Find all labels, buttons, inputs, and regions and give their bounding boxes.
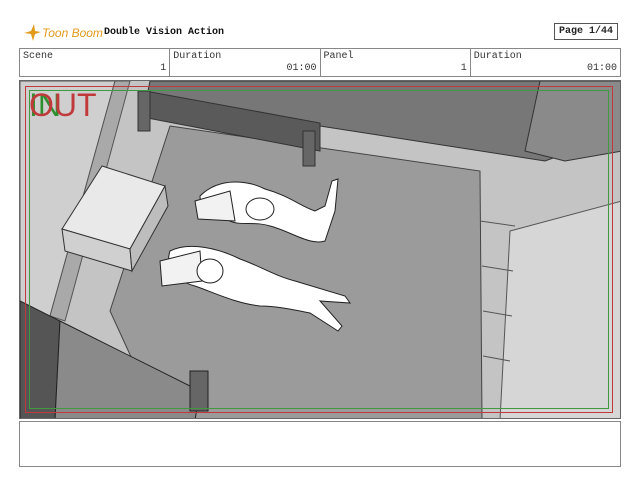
panel-duration-value: 01:00 [586, 63, 617, 74]
page-value: 1/44 [588, 26, 613, 37]
panel-info-bar: Scene 1 Duration 01:00 Panel 1 Duration … [19, 48, 621, 77]
panel-cell[interactable]: Panel 1 [321, 49, 471, 76]
out-marker: OUT [29, 87, 97, 123]
scene-cell[interactable]: Scene 1 [20, 49, 171, 76]
toon-boom-logo: Toon Boom [22, 22, 103, 44]
panel-notes-field[interactable] [19, 421, 621, 467]
panel-value: 1 [460, 63, 467, 74]
scene-duration-label: Duration [173, 51, 222, 62]
scene-value: 1 [160, 63, 167, 74]
panel-duration-cell[interactable]: Duration 01:00 [471, 49, 620, 76]
page-label: Page [559, 26, 584, 37]
title-safe-frame [29, 90, 609, 409]
page-indicator: Page 1/44 [554, 23, 618, 40]
logo-text: Toon Boom [42, 26, 103, 40]
scene-duration-value: 01:00 [286, 63, 317, 74]
storyboard-header: Toon Boom Double Vision Action Page 1/44 [0, 0, 640, 46]
storyboard-panel-drawing[interactable]: IN OUT [19, 80, 621, 419]
scene-label: Scene [23, 51, 54, 62]
panel-duration-label: Duration [473, 51, 522, 62]
star-logo-icon [24, 24, 41, 41]
project-title: Double Vision Action [104, 27, 225, 38]
scene-duration-cell[interactable]: Duration 01:00 [170, 49, 321, 76]
panel-label: Panel [323, 51, 354, 62]
